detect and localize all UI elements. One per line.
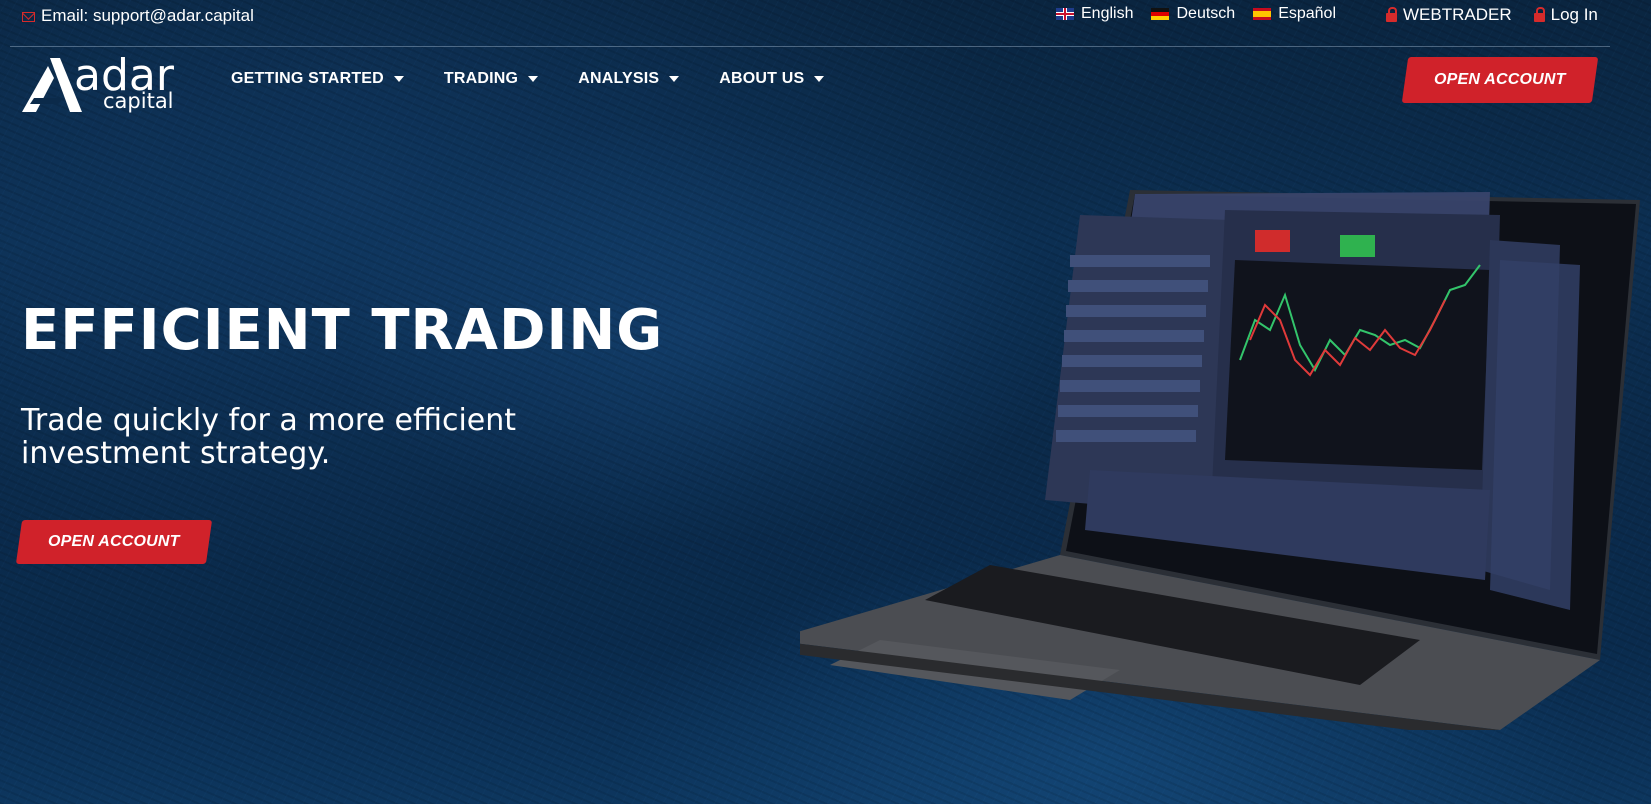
language-switcher: English Deutsch Español: [1056, 5, 1336, 23]
nav-trading[interactable]: TRADING: [443, 70, 539, 88]
nav-getting-started[interactable]: GETTING STARTED: [231, 70, 404, 88]
uk-flag-icon: [1056, 8, 1074, 20]
nav-about-us[interactable]: ABOUT US: [719, 70, 825, 88]
hero-open-account-button[interactable]: OPEN ACCOUNT: [15, 520, 213, 564]
webtrader-label: WEBTRADER: [1403, 5, 1512, 24]
main-nav: GETTING STARTED TRADING ANALYSIS ABOUT U…: [231, 70, 825, 88]
webtrader-link[interactable]: WEBTRADER: [1386, 5, 1512, 25]
hero-open-account-label: OPEN ACCOUNT: [48, 533, 180, 550]
hero-title: EFFICIENT TRADING: [21, 298, 664, 363]
lock-icon: [1386, 6, 1397, 22]
language-espanol[interactable]: Español: [1253, 5, 1336, 23]
language-label: Español: [1278, 5, 1337, 22]
language-english[interactable]: English: [1056, 5, 1133, 23]
germany-flag-icon: [1151, 8, 1170, 20]
open-account-label: OPEN ACCOUNT: [1434, 71, 1566, 88]
logo-word-capital: capital: [103, 89, 174, 113]
nav-label: ABOUT US: [719, 70, 805, 87]
lock-icon: [1533, 6, 1545, 22]
laptop-trading-platform-image: [800, 190, 1640, 730]
caret-down-icon: [528, 76, 539, 82]
nav-label: ANALYSIS: [578, 70, 660, 87]
support-email-text: Email: support@adar.capital: [41, 6, 254, 25]
language-deutsch[interactable]: Deutsch: [1151, 5, 1235, 23]
top-bar: Email: support@adar.capital English Deut…: [0, 0, 1651, 46]
support-email-link[interactable]: Email: support@adar.capital: [22, 6, 254, 26]
language-label: English: [1081, 5, 1134, 22]
open-account-button[interactable]: OPEN ACCOUNT: [1401, 57, 1599, 103]
language-label: Deutsch: [1176, 5, 1236, 22]
header-divider: [10, 46, 1610, 47]
nav-label: TRADING: [443, 70, 519, 87]
caret-down-icon: [814, 76, 825, 82]
adar-capital-logo[interactable]: adar capital: [20, 50, 195, 114]
login-label: Log In: [1550, 5, 1598, 24]
envelope-icon: [22, 12, 35, 22]
caret-down-icon: [393, 76, 404, 82]
hero-subtitle: Trade quickly for a more efficient inves…: [21, 403, 517, 471]
account-links: WEBTRADER Log In: [1386, 5, 1598, 25]
caret-down-icon: [669, 76, 680, 82]
nav-label: GETTING STARTED: [231, 70, 384, 87]
spain-flag-icon: [1253, 8, 1272, 20]
login-link[interactable]: Log In: [1533, 5, 1598, 25]
nav-analysis[interactable]: ANALYSIS: [578, 70, 680, 88]
